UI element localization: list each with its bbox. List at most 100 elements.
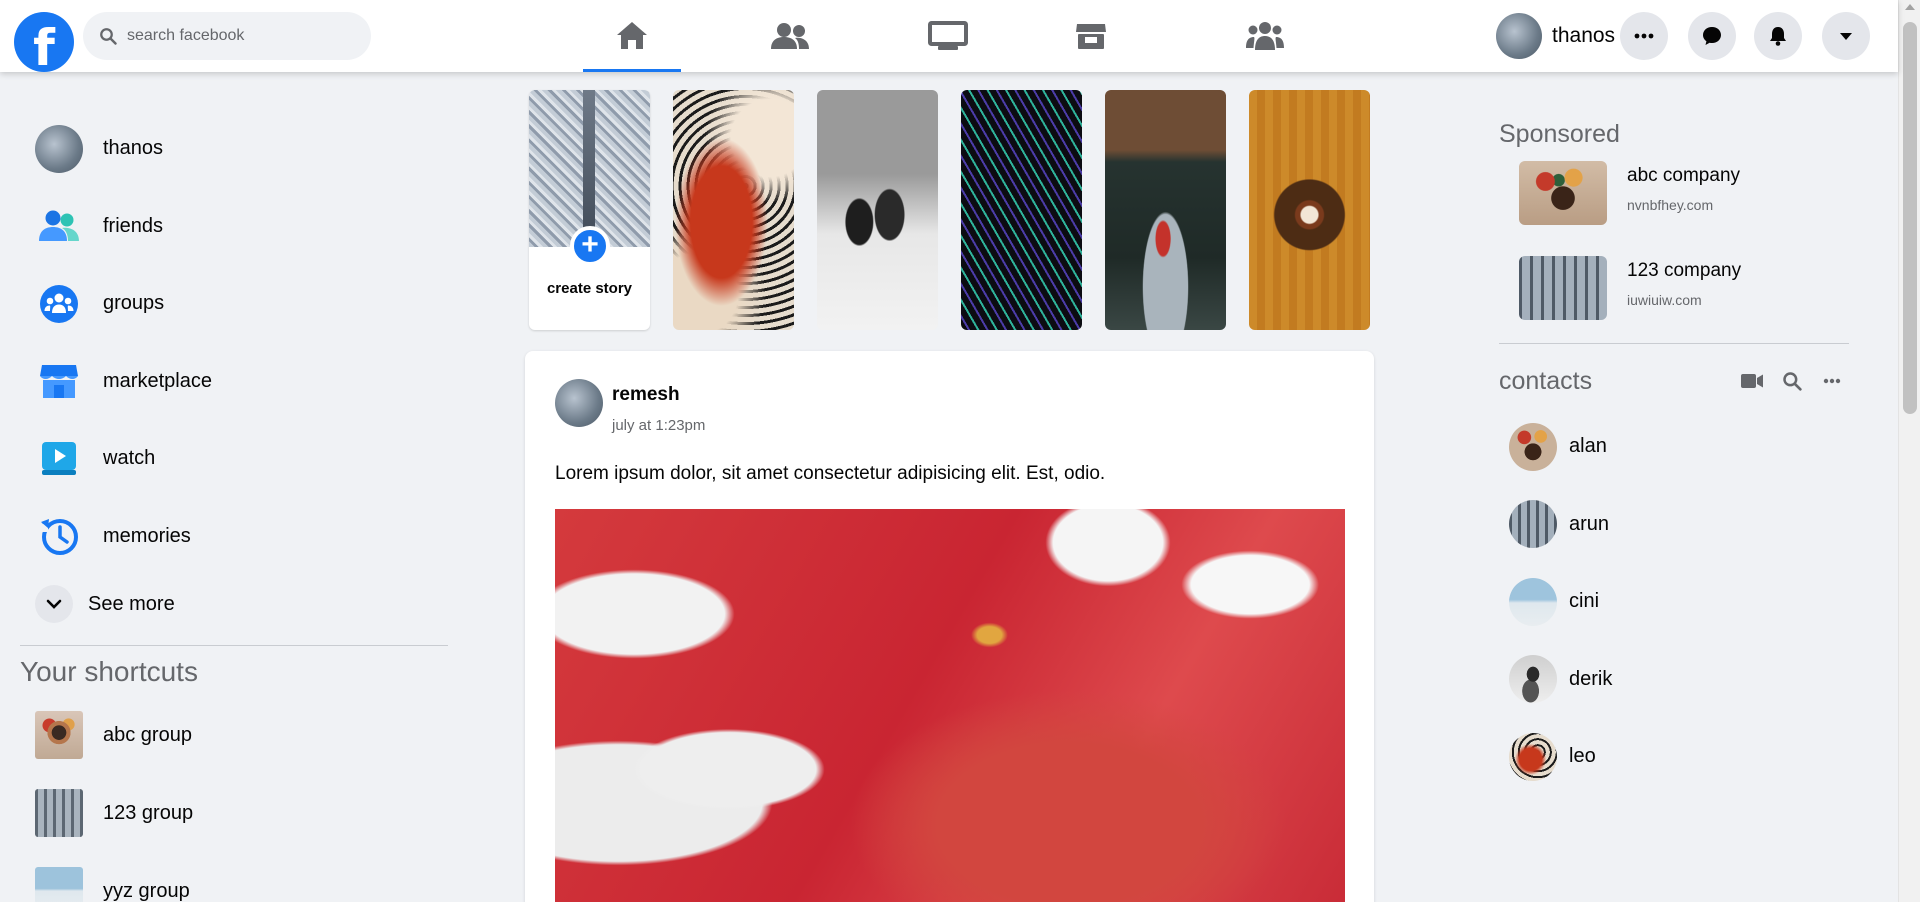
sponsored-title: Sponsored (1499, 120, 1620, 148)
contact-item[interactable]: alan (1499, 408, 1849, 486)
sidebar-item-memories[interactable]: memories (20, 498, 448, 576)
groups-icon (35, 280, 83, 328)
video-icon (1741, 374, 1763, 388)
contact-name: cini (1569, 590, 1600, 613)
avatar (1496, 13, 1542, 59)
search-input[interactable] (127, 27, 347, 45)
contacts-options-button[interactable] (1815, 366, 1849, 396)
contact-item[interactable]: leo (1499, 718, 1849, 796)
contact-name: leo (1569, 745, 1596, 768)
sidebar-item-marketplace[interactable]: marketplace (20, 343, 448, 421)
memories-icon (35, 512, 83, 560)
profile-name: thanos (1552, 24, 1616, 47)
shortcut-label: yyz group (103, 879, 190, 902)
story-card[interactable] (673, 90, 794, 330)
page-scrollbar[interactable] (1898, 0, 1920, 902)
sponsored-ad[interactable]: 123 company iuwiuiw.com (1499, 256, 1849, 339)
avatar (1509, 732, 1557, 781)
sidebar-item-label: marketplace (103, 369, 212, 392)
friends-icon (35, 202, 83, 250)
notifications-button[interactable] (1754, 12, 1802, 60)
avatar (1509, 500, 1557, 549)
messenger-icon (1703, 27, 1721, 45)
contact-item[interactable]: cini (1499, 563, 1849, 641)
stories-row: + create story (529, 90, 1370, 330)
shortcut-thumbnail (35, 867, 83, 902)
post-timestamp[interactable]: july at 1:23pm (612, 417, 705, 434)
story-card[interactable] (817, 90, 938, 330)
shortcut-label: abc group (103, 723, 192, 746)
video-call-button[interactable] (1735, 366, 1769, 396)
marketplace-icon (1076, 24, 1106, 49)
avatar (1509, 655, 1557, 704)
more-button[interactable] (1620, 12, 1668, 60)
contact-item[interactable]: derik (1499, 641, 1849, 719)
shortcut-thumbnail (35, 711, 83, 759)
post-text: Lorem ipsum dolor, sit amet consectetur … (555, 463, 1106, 484)
account-menu-icon (1840, 32, 1852, 40)
header-profile[interactable]: thanos (1496, 12, 1615, 60)
sidebar-item-label: thanos (103, 137, 164, 160)
groups-icon (1246, 22, 1284, 50)
story-card[interactable] (1105, 90, 1226, 330)
nav-tab-groups[interactable] (1216, 0, 1314, 72)
ad-url: iuwiuiw.com (1627, 292, 1702, 308)
sidebar-item-watch[interactable]: watch (20, 420, 448, 498)
facebook-logo[interactable]: f (14, 12, 74, 72)
scroll-up-arrow-icon[interactable] (1905, 4, 1915, 10)
shortcut-item[interactable]: yyz group (20, 852, 448, 902)
sidebar-item-label: watch (103, 447, 156, 470)
sidebar-item-profile[interactable]: thanos (20, 110, 448, 188)
notifications-icon (1770, 27, 1786, 46)
story-card[interactable] (1249, 90, 1370, 330)
create-story-card[interactable]: + create story (529, 90, 650, 330)
sponsored-ad[interactable]: abc company nvnbfhey.com (1499, 161, 1849, 244)
post-image[interactable] (555, 509, 1345, 902)
contact-item[interactable]: arun (1499, 486, 1849, 564)
sidebar-item-groups[interactable]: groups (20, 265, 448, 343)
plus-icon[interactable]: + (570, 226, 610, 266)
nav-tab-home[interactable] (583, 0, 681, 72)
search-icon (1783, 372, 1802, 391)
sidebar-item-friends[interactable]: friends (20, 188, 448, 266)
shortcut-thumbnail (35, 789, 83, 837)
story-card[interactable] (961, 90, 1082, 330)
contact-name: alan (1569, 435, 1607, 458)
scroll-thumb[interactable] (1903, 22, 1917, 414)
nav-tab-marketplace[interactable] (1042, 0, 1140, 72)
contacts-search-button[interactable] (1775, 366, 1809, 396)
home-icon (617, 21, 647, 49)
shortcut-item[interactable]: 123 group (20, 774, 448, 852)
watch-icon (35, 435, 83, 483)
shortcut-item[interactable]: abc group (20, 696, 448, 774)
sidebar-item-label: memories (103, 524, 191, 547)
search-bar[interactable] (83, 12, 371, 60)
right-divider (1499, 343, 1849, 344)
contact-name: arun (1569, 512, 1610, 535)
nav-tab-watch[interactable] (899, 0, 997, 72)
create-story-label: create story (546, 280, 633, 297)
more-icon (1634, 33, 1654, 39)
watch-icon (928, 21, 968, 50)
search-icon (100, 28, 117, 45)
ad-url: nvnbfhey.com (1627, 197, 1714, 213)
contacts-header: contacts (1499, 366, 1849, 396)
left-sidebar: thanos friends groups marketplace watch … (20, 110, 448, 902)
chevron-down-icon (35, 585, 73, 623)
sidebar-item-label: friends (103, 214, 164, 237)
avatar[interactable] (555, 379, 603, 427)
post-card: remesh july at 1:23pm Lorem ipsum dolor,… (525, 351, 1374, 902)
post-author[interactable]: remesh (612, 384, 680, 406)
see-more-button[interactable]: See more (20, 575, 448, 633)
right-sidebar: Sponsored abc company nvnbfhey.com 123 c… (1499, 120, 1849, 796)
more-icon (1823, 378, 1841, 384)
ad-company-name: abc company (1627, 165, 1741, 186)
top-navbar: f search facebook thanos (0, 0, 1898, 72)
messenger-button[interactable] (1688, 12, 1736, 60)
contacts-title: contacts (1499, 366, 1593, 395)
sidebar-divider (20, 645, 448, 646)
create-story-image (529, 90, 650, 247)
nav-tab-friends[interactable] (741, 0, 839, 72)
account-menu-button[interactable] (1822, 12, 1870, 60)
friends-icon (771, 23, 809, 49)
